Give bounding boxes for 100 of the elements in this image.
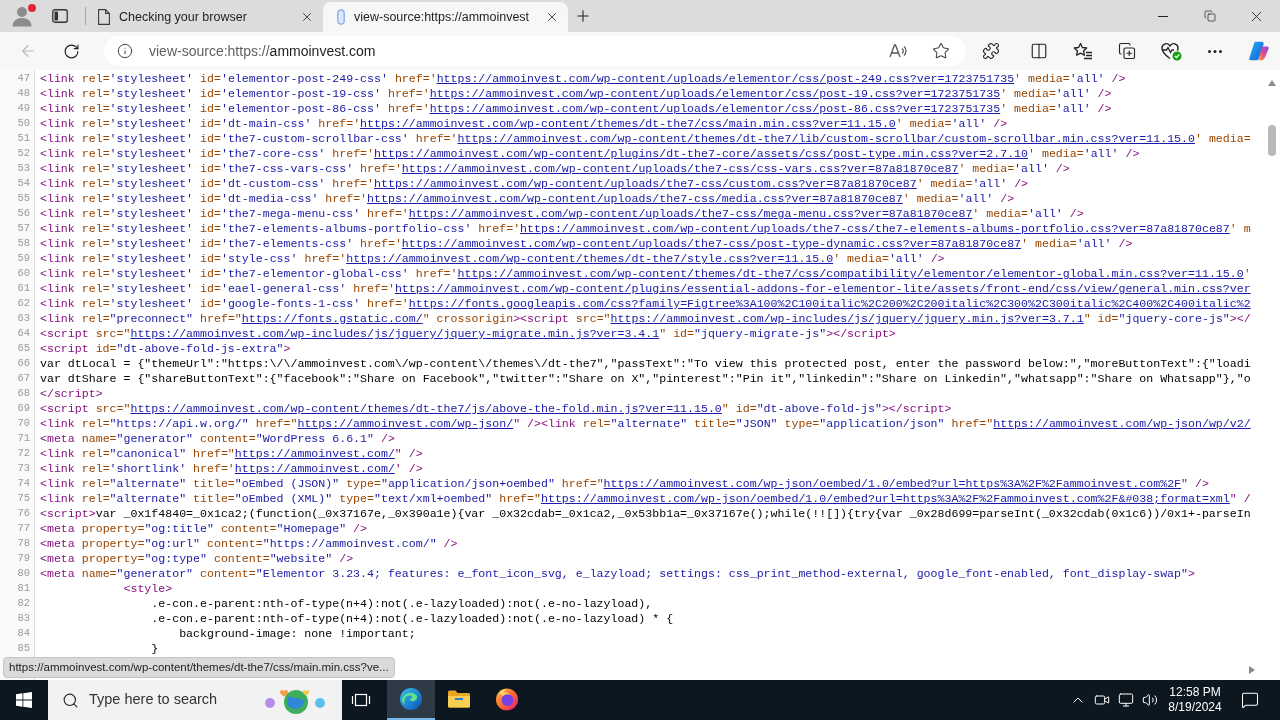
source-line: <link rel='stylesheet' id='dt-main-css' href='https://ammoinvest.com/wp-content/themes/dt-the7/css/main.min.css?ver=11.15.0' media='all' /> xyxy=(40,116,1008,131)
line-number: 67 xyxy=(17,371,30,386)
windows-logo-icon xyxy=(16,692,32,708)
line-number: 77 xyxy=(17,521,30,536)
line-number: 55 xyxy=(17,191,30,206)
address-text: view-source:https://ammoinvest.com xyxy=(149,41,376,61)
source-link[interactable]: https://ammoinvest.com/wp-content/plugins/dt-the7-core/assets/css/post-type.min.css?ver=2.7.10 xyxy=(374,147,1028,160)
source-line: <script id="dt-above-fold-js-extra"> xyxy=(40,341,291,356)
line-number: 76 xyxy=(17,506,30,521)
minimize-icon xyxy=(1157,15,1168,17)
edge-icon xyxy=(399,687,423,711)
source-link[interactable]: https://ammoinvest.com/wp-content/themes/dt-the7/css/main.min.css?ver=11.15.0 xyxy=(360,117,896,130)
source-link[interactable]: https://fonts.gstatic.com/ xyxy=(241,312,423,325)
source-link[interactable]: https://ammoinvest.com/wp-content/uploads/elementor/css/post-19.css?ver=1723751735 xyxy=(429,87,1001,100)
source-line: <link rel="alternate" title="oEmbed (XML)" type="text/xml+oembed" href="https://ammoinvest.com/wp-json/oembed/1.0/embed?url=https%3A%2F%2Fammoinvest.com%2F&#038;format=xml" / xyxy=(40,491,1251,506)
source-link[interactable]: https://ammoinvest.com/wp-content/uploads/the7-css/mega-menu.css?ver=87a81870ce87 xyxy=(408,207,973,220)
source-line: <script src="https://ammoinvest.com/wp-content/themes/dt-the7/js/above-the-fold.min.js?ver=11.15.0" id="dt-above-fold-js"></script> xyxy=(40,401,952,416)
source-link[interactable]: https://ammoinvest.com/wp-content/themes/dt-the7/css/compatibility/elementor/elementor-global.min.css?ver=11.15.0 xyxy=(457,267,1244,280)
source-link[interactable]: https://ammoinvest.com/wp-content/uploads/the7-css/media.css?ver=87a81870ce87 xyxy=(367,192,903,205)
link-status-tooltip: https://ammoinvest.com/wp-content/themes/dt-the7/css/main.min.css?ve... xyxy=(3,657,395,678)
line-number: 57 xyxy=(17,221,30,236)
source-link[interactable]: https://ammoinvest.com/wp-content/plugins/essential-addons-for-elementor-lite/assets/front-end/css/view/general.min.css?ver xyxy=(394,282,1251,295)
close-icon xyxy=(545,10,559,24)
source-link[interactable]: https://ammoinvest.com/wp-json/wp/v2/ xyxy=(993,417,1251,430)
line-number: 54 xyxy=(17,176,30,191)
line-number: 85 xyxy=(17,641,30,656)
line-number: 75 xyxy=(17,491,30,506)
source-line: <link rel="https://api.w.org/" href="https://ammoinvest.com/wp-json/" /><link rel="alternate" title="JSON" type="application/json" href="https://ammoinvest.com/wp-json/wp/v2/ xyxy=(40,416,1251,431)
source-line: <meta name="generator" content="Elementor 3.23.4; features: e_font_icon_svg, e_lazyload; settings: css_print_method-external, google_font-enabled, font_display-swap"> xyxy=(40,566,1195,581)
line-number: 63 xyxy=(17,311,30,326)
source-link[interactable]: https://fonts.googleapis.com/css?family=Figtree%3A100%2C100italic%2C200%2C200italic%2C300%2C300italic%2C400%2C400italic%2 xyxy=(408,297,1251,310)
source-link[interactable]: https://ammoinvest.com/wp-content/uploads/elementor/css/post-249.css?ver=1723751735 xyxy=(436,72,1015,85)
read-aloud-icon xyxy=(889,44,907,58)
line-number: 73 xyxy=(17,461,30,476)
address-bar[interactable]: view-source:https://ammoinvest.com xyxy=(104,36,966,66)
scroll-right-arrow-icon[interactable] xyxy=(1249,666,1255,674)
source-line: <link rel='stylesheet' id='elementor-post-249-css' href='https://ammoinvest.com/wp-content/uploads/elementor/css/post-249.css?ver=1723751735' media='all' /> xyxy=(40,71,1126,86)
source-line: var dtLocal = {"themeUrl":"https:\/\/ammoinvest.com\/wp-content\/themes\/dt-the7","passText":"To view this protected post, enter the password below:","moreButtonText":{"loadi xyxy=(40,356,1251,371)
search-field[interactable]: Type here to search xyxy=(89,689,260,711)
source-line: var dtShare = {"shareButtonText":{"facebook":"Share on Facebook","twitter":"Share on X","pinterest":"Pin it","linkedin":"Share on Linkedin","whatsapp":"Share on Whatsapp"},"o xyxy=(40,371,1251,386)
source-line: <link rel='stylesheet' id='the7-custom-scrollbar-css' href='https://ammoinvest.com/wp-content/themes/dt-the7/lib/custom-scrollbar/custom-scrollbar.min.css?ver=11.15.0' media= xyxy=(40,131,1251,146)
source-link[interactable]: https://ammoinvest.com/wp-content/uploads/elementor/css/post-86.css?ver=1723751735 xyxy=(429,102,1001,115)
source-line: <style> xyxy=(123,581,173,596)
scroll-up-arrow-icon[interactable] xyxy=(1267,80,1276,86)
source-line: <link rel='shortlink' href='https://ammoinvest.com/' /> xyxy=(40,461,423,476)
source-link[interactable]: https://ammoinvest.com/wp-includes/js/jquery/jquery-migrate.min.js?ver=3.4.1 xyxy=(130,327,660,340)
source-link[interactable]: https://ammoinvest.com/wp-content/uploads/the7-css/post-type-dynamic.css?ver=87a81870ce87 xyxy=(401,237,1022,250)
source-line: <meta property="og:url" content="https://ammoinvest.com/" /> xyxy=(40,536,458,551)
notification-dot-icon xyxy=(28,4,36,12)
line-number: 68 xyxy=(17,386,30,401)
source-link[interactable]: https://ammoinvest.com/wp-content/uploads/the7-css/custom.css?ver=87a81870ce87 xyxy=(374,177,917,190)
source-line: </script> xyxy=(40,386,103,401)
source-link[interactable]: https://ammoinvest.com/wp-includes/js/jquery/jquery.min.js?ver=3.7.1 xyxy=(610,312,1084,325)
browser-tab[interactable]: Checking your browser xyxy=(86,2,323,32)
scrollbar-thumb[interactable] xyxy=(1267,125,1276,156)
line-number: 49 xyxy=(17,101,30,116)
line-number: 80 xyxy=(17,566,30,581)
source-link[interactable]: https://ammoinvest.com/ xyxy=(234,447,395,460)
line-number: 58 xyxy=(17,236,30,251)
source-line: <link rel='stylesheet' id='the7-elements-albums-portfolio-css' href='https://ammoinvest.com/wp-content/uploads/the7-css/the7-elements-albums-portfolio.css?ver=87a81870ce87' m xyxy=(40,221,1251,236)
source-line: <link rel='stylesheet' id='style-css' href='https://ammoinvest.com/wp-content/themes/dt-the7/style.css?ver=11.15.0' media='all' /> xyxy=(40,251,945,266)
star-icon xyxy=(932,42,950,60)
source-link[interactable]: https://ammoinvest.com/wp-json/oembed/1.0/embed?url=https%3A%2F%2Fammoinvest.com%2F&#038;format=xml xyxy=(540,492,1230,505)
line-number: 47 xyxy=(17,71,30,86)
source-link[interactable]: https://ammoinvest.com/wp-content/themes/dt-the7/style.css?ver=11.15.0 xyxy=(346,252,834,265)
line-number: 70 xyxy=(17,416,30,431)
source-link[interactable]: https://ammoinvest.com/wp-content/uploads/the7-css/css-vars.css?ver=87a81870ce87 xyxy=(401,162,959,175)
line-number: 83 xyxy=(17,611,30,626)
line-number: 72 xyxy=(17,446,30,461)
source-link[interactable]: https://ammoinvest.com/wp-content/themes/dt-the7/lib/custom-scrollbar/custom-scrollbar.min.css?ver=11.15.0 xyxy=(457,132,1195,145)
source-line: <link rel='stylesheet' id='elementor-post-19-css' href='https://ammoinvest.com/wp-content/uploads/elementor/css/post-19.css?ver=1723751735' media='all' /> xyxy=(40,86,1112,101)
page-icon xyxy=(98,9,110,25)
source-line: <link rel='stylesheet' id='the7-elements-css' href='https://ammoinvest.com/wp-content/uploads/the7-css/post-type-dynamic.css?ver=87a81870ce87' media='all' /> xyxy=(40,236,1133,251)
source-line: <link rel="preconnect" href="https://fonts.gstatic.com/" crossorigin><script src="https://ammoinvest.com/wp-includes/js/jquery/jquery.min.js?ver=3.7.1" id="jquery-core-js"></ xyxy=(40,311,1251,326)
source-line: <link rel='stylesheet' id='the7-css-vars-css' href='https://ammoinvest.com/wp-content/uploads/the7-css/css-vars.css?ver=87a81870ce87' media='all' /> xyxy=(40,161,1070,176)
source-line: <link rel='stylesheet' id='the7-mega-menu-css' href='https://ammoinvest.com/wp-content/uploads/the7-css/mega-menu.css?ver=87a81870ce87' media='all' /> xyxy=(40,206,1084,221)
source-link[interactable]: https://ammoinvest.com/wp-content/uploads/the7-css/the7-elements-albums-portfolio.css?ver=87a81870ce87 xyxy=(520,222,1230,235)
search-bar[interactable]: Type here to search xyxy=(48,680,342,720)
source-line: <script src="https://ammoinvest.com/wp-includes/js/jquery/jquery-migrate.min.js?ver=3.4.1" id="jquery-migrate-js"></script> xyxy=(40,326,896,341)
line-number: 61 xyxy=(17,281,30,296)
clock-button[interactable]: 12:58 PM 8/19/2024 xyxy=(1162,680,1228,720)
source-line: <meta name="generator" content="WordPress 6.6.1" /> xyxy=(40,431,395,446)
close-icon xyxy=(300,10,314,24)
source-line: <link rel='stylesheet' id='eael-general-css' href='https://ammoinvest.com/wp-content/plugins/essential-addons-for-elementor-lite/assets/front-end/css/view/general.min.css?ver xyxy=(40,281,1251,296)
plus-icon xyxy=(574,7,592,25)
line-number: 82 xyxy=(17,596,30,611)
source-link[interactable]: https://ammoinvest.com/ xyxy=(234,462,395,475)
line-number: 65 xyxy=(17,341,30,356)
line-number: 84 xyxy=(17,626,30,641)
line-number: 53 xyxy=(17,161,30,176)
taskbar-app-button[interactable] xyxy=(387,680,435,720)
source-link[interactable]: https://ammoinvest.com/wp-content/themes/dt-the7/js/above-the-fold.min.js?ver=11.15.0 xyxy=(130,402,722,415)
source-line: <link rel='stylesheet' id='google-fonts-1-css' href='https://fonts.googleapis.com/css?family=Figtree%3A100%2C100italic%2C200%2C200italic%2C300%2C300italic%2C400%2C400italic%2 xyxy=(40,296,1251,311)
favorites-icon xyxy=(1073,42,1093,60)
line-number: 62 xyxy=(17,296,30,311)
source-link[interactable]: https://ammoinvest.com/wp-json/ xyxy=(297,417,514,430)
source-link[interactable]: https://ammoinvest.com/wp-json/oembed/1.0/embed?url=https%3A%2F%2Fammoinvest.com%2F xyxy=(603,477,1182,490)
avatar-icon[interactable] xyxy=(12,5,32,27)
panel-icon xyxy=(52,9,68,23)
browser-tab[interactable]: view-source:https://ammoinvest xyxy=(323,2,568,32)
